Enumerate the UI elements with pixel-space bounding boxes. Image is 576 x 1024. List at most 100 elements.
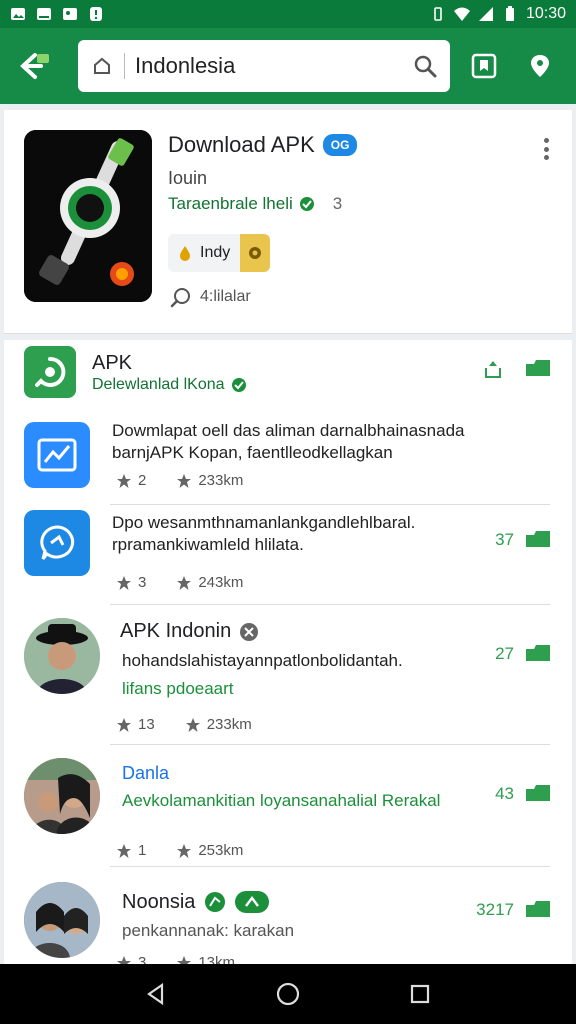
result-list: APK Delewlanlad lKona Dowmlapat oell das… xyxy=(4,340,572,964)
item-title: Noonsia xyxy=(122,890,270,914)
circle-home-icon xyxy=(276,982,300,1006)
search-bar[interactable]: Indonlesia xyxy=(78,40,450,92)
chip-tag xyxy=(240,234,271,272)
list-item[interactable]: APK Indonin hohandslahistayannpatlonboli… xyxy=(4,608,572,748)
drop-icon xyxy=(180,246,190,261)
app-badge: OG xyxy=(322,134,358,156)
search-query[interactable]: Indonlesia xyxy=(135,53,412,79)
folder-icon xyxy=(526,645,550,661)
item-stars: 1 xyxy=(138,842,147,859)
verified-icon xyxy=(231,378,246,392)
back-arrow-icon xyxy=(20,53,49,79)
item-text: hohandslahistayannpatlonbolidantah. xyxy=(122,651,403,670)
signal-icon xyxy=(478,7,493,21)
nav-recents-button[interactable] xyxy=(400,974,440,1014)
item-meta: 13 233km xyxy=(116,716,252,733)
item-title-text: Noonsia xyxy=(122,890,196,913)
back-button[interactable] xyxy=(14,46,54,86)
category-chip[interactable]: Indy xyxy=(168,234,271,272)
system-nav-bar xyxy=(0,964,576,1024)
reviews-row[interactable]: 4:lilalar xyxy=(170,286,251,308)
app-icon[interactable] xyxy=(24,130,152,302)
pin-icon xyxy=(531,55,549,77)
item-meta: 2 233km xyxy=(116,472,243,489)
star-icon xyxy=(177,843,192,858)
item-title-text: APK Indonin xyxy=(120,620,232,642)
category-label: Indy xyxy=(200,244,231,261)
star-icon xyxy=(117,717,131,732)
item-size: 13km xyxy=(198,954,236,964)
nav-back-button[interactable] xyxy=(136,974,176,1014)
triangle-back-icon xyxy=(147,982,164,1006)
star-icon xyxy=(117,843,131,858)
item-count[interactable]: 3217 xyxy=(476,900,552,920)
developer-count: 3 xyxy=(332,194,343,213)
list-header-title: APK xyxy=(92,352,133,374)
verified-icon xyxy=(299,197,314,211)
star-icon xyxy=(177,575,192,590)
row-divider xyxy=(110,604,550,605)
messenger-app-icon xyxy=(24,510,90,576)
verified-icon xyxy=(205,892,226,912)
list-header-subtitle-text: Delewlanlad lKona xyxy=(92,376,225,393)
item-count[interactable]: 43 xyxy=(495,784,552,804)
star-icon xyxy=(177,473,192,488)
list-item[interactable]: Dowmlapat oell das aliman darnalbhainasn… xyxy=(4,416,572,508)
list-header-actions xyxy=(482,358,552,380)
search-icon[interactable] xyxy=(412,53,438,79)
search-icon xyxy=(170,288,190,308)
wifi-icon xyxy=(453,7,470,21)
developer-name[interactable]: Taraenbrale lheli xyxy=(168,194,293,214)
nav-home-button[interactable] xyxy=(268,974,308,1014)
list-item[interactable]: Noonsia penkannanak: karakan 3217 3 13km xyxy=(4,868,572,964)
app-detail-card: Download APK OG Iouin Taraenbrale lheli … xyxy=(4,110,572,334)
app-bar: Indonlesia xyxy=(0,28,576,104)
chart-app-icon xyxy=(24,422,90,488)
item-count-value: 43 xyxy=(495,784,514,803)
bookmark-button[interactable] xyxy=(462,44,506,88)
item-meta: 3 243km xyxy=(116,574,243,591)
link-badge-icon xyxy=(235,891,270,913)
app-subtitle: Iouin xyxy=(168,168,208,188)
list-item[interactable]: Danla Aevkolamankitian loyansanahalial R… xyxy=(4,748,572,868)
item-text: penkannanak: karakan xyxy=(122,921,295,940)
location-button[interactable] xyxy=(518,44,562,88)
row-divider xyxy=(110,504,550,505)
star-icon xyxy=(185,717,200,732)
app-title: Download APK xyxy=(168,132,315,157)
item-stars: 2 xyxy=(138,472,147,489)
item-size: 233km xyxy=(198,472,244,489)
notification-icon xyxy=(90,7,102,21)
status-bar: 10:30 xyxy=(0,0,576,28)
home-icon xyxy=(90,54,114,78)
item-count-value: 37 xyxy=(495,530,514,549)
apk-logo-icon xyxy=(24,346,76,398)
gear-icon xyxy=(249,247,262,259)
item-stars: 13 xyxy=(138,716,155,733)
more-options-button[interactable] xyxy=(536,134,556,164)
folder-icon[interactable] xyxy=(524,358,552,380)
item-count[interactable]: 27 xyxy=(495,644,552,664)
list-header[interactable]: APK Delewlanlad lKona xyxy=(4,340,572,406)
share-icon[interactable] xyxy=(482,358,504,380)
star-icon xyxy=(177,955,192,964)
star-icon xyxy=(117,575,131,590)
app-title-row: Download APK OG xyxy=(168,132,358,158)
close-circle-icon xyxy=(240,622,259,641)
folder-icon xyxy=(526,531,550,547)
row-divider xyxy=(110,866,550,867)
item-stars: 3 xyxy=(138,954,147,964)
item-subtext: lifans pdoeaart xyxy=(122,679,234,698)
item-text: Aevkolamankitian loyansanahalial Rerakal xyxy=(122,791,441,810)
developer-row[interactable]: Taraenbrale lheli 3 xyxy=(168,194,342,214)
item-count[interactable]: 37 xyxy=(495,530,552,550)
item-size: 243km xyxy=(198,574,244,591)
vibrate-icon xyxy=(434,7,442,21)
battery-icon xyxy=(505,6,514,21)
item-text: Dpo wesanmthnamanlankgandlehlbaral. rpra… xyxy=(112,513,416,554)
search-divider xyxy=(124,53,125,79)
item-title: APK Indonin xyxy=(120,620,259,643)
list-item[interactable]: Dpo wesanmthnamanlankgandlehlbaral. rpra… xyxy=(4,508,572,608)
star-icon xyxy=(117,955,131,964)
item-meta: 3 13km xyxy=(116,954,235,964)
